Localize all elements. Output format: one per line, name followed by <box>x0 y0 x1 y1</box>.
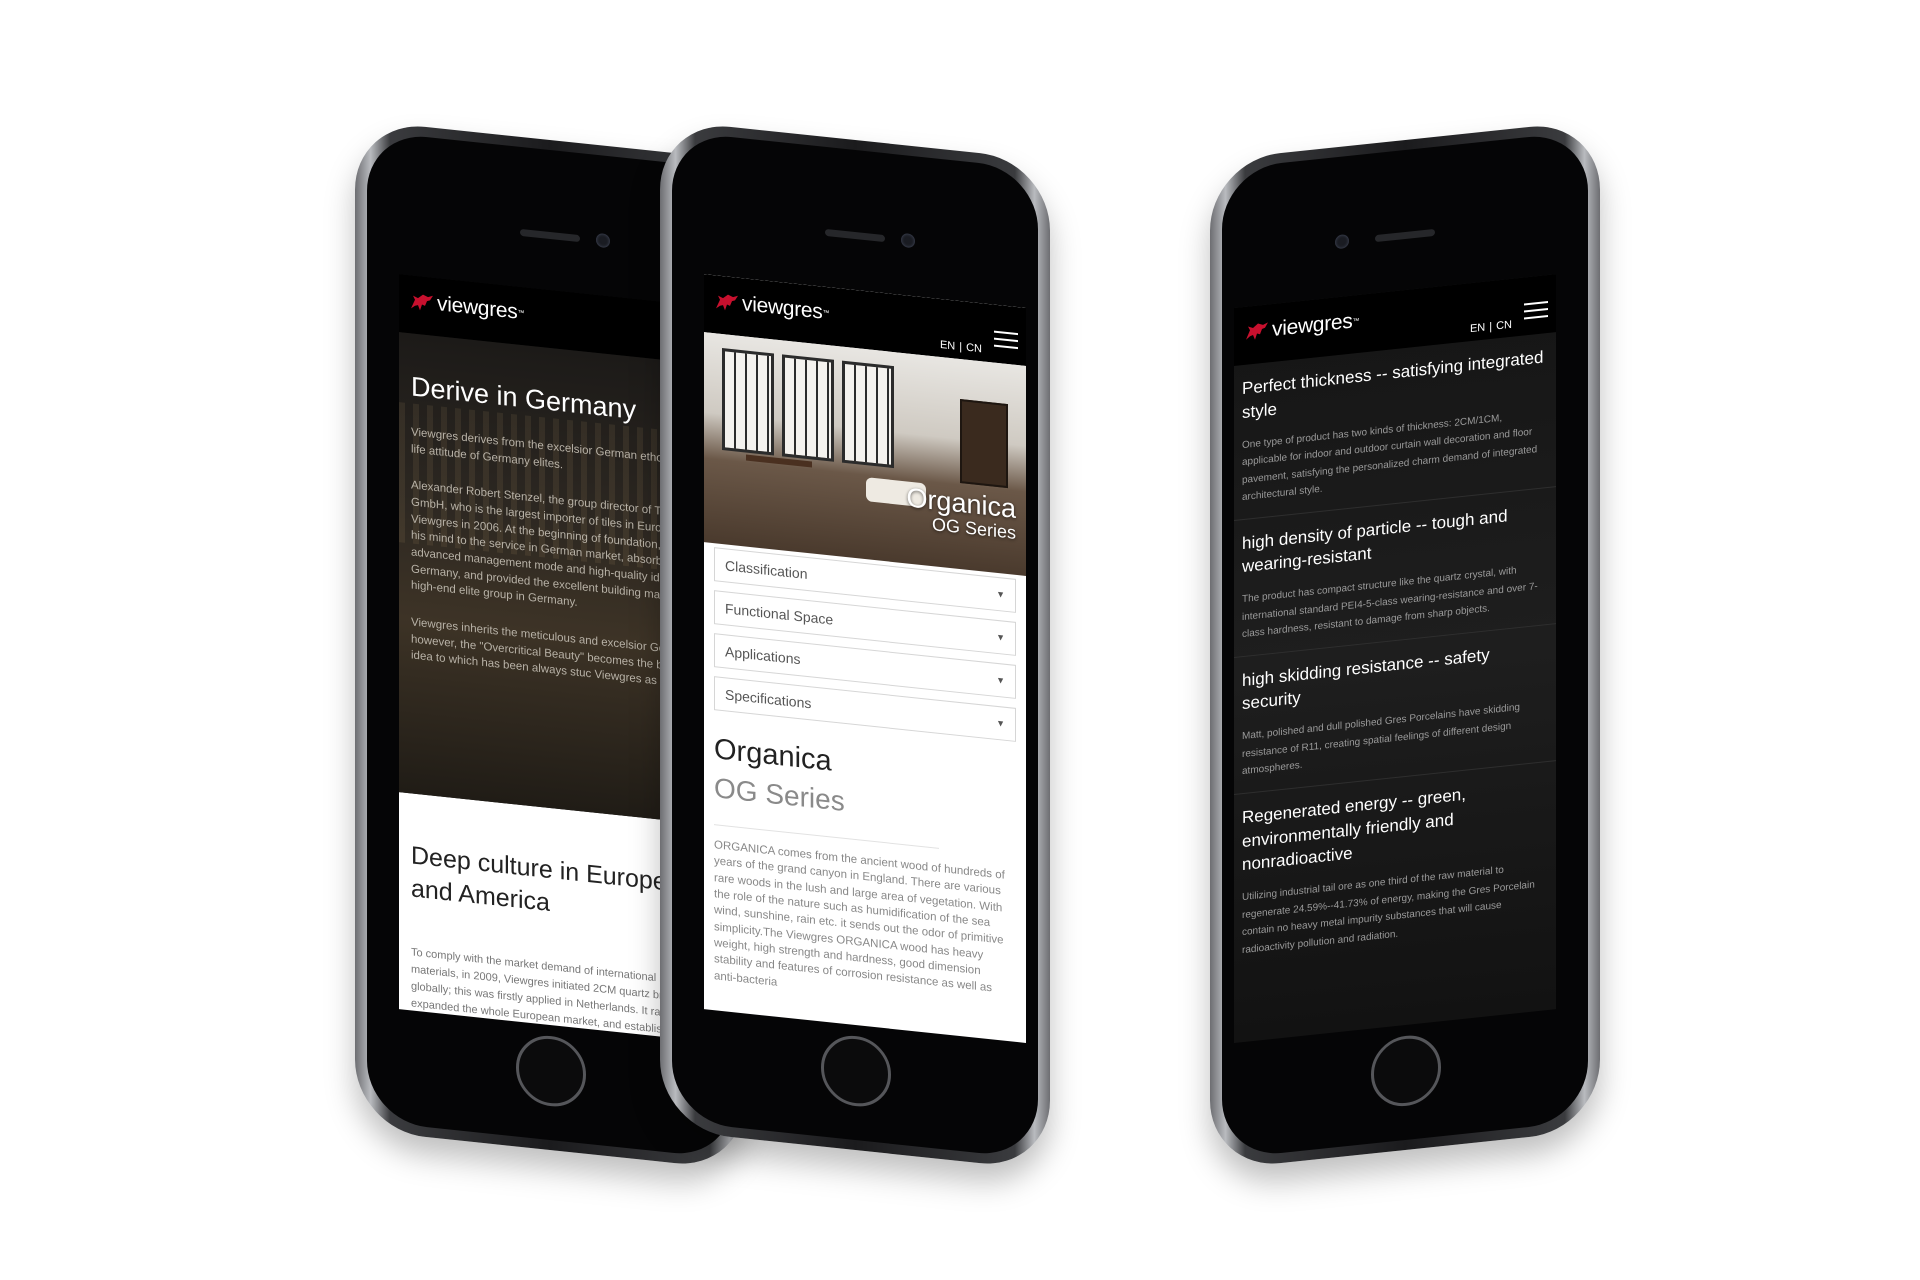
speaker <box>825 228 885 243</box>
lang-cn-link[interactable]: CN <box>966 342 982 356</box>
horse-logo-icon <box>716 294 738 311</box>
window-graphic <box>722 348 774 456</box>
home-button[interactable] <box>516 1032 586 1110</box>
filter-label: Applications <box>725 643 801 668</box>
caret-down-icon: ▼ <box>996 717 1005 729</box>
screen-features: viewgres ™ EN | CN Perfect thickness -- sa… <box>1234 274 1556 1043</box>
logo[interactable]: viewgres ™ <box>409 289 524 325</box>
trademark: ™ <box>1352 317 1360 326</box>
filter-list: Classification ▼ Functional Space ▼ Applic… <box>704 542 1026 743</box>
home-button[interactable] <box>1371 1032 1441 1110</box>
logo[interactable]: viewgres ™ <box>714 289 829 325</box>
logo-text: viewgres <box>437 292 518 324</box>
language-switch: EN |CN <box>1470 319 1512 335</box>
camera <box>596 232 610 249</box>
filter-label: Classification <box>725 557 808 583</box>
trademark: ™ <box>517 309 525 317</box>
speaker <box>1375 228 1435 243</box>
filter-label: Specifications <box>725 686 812 712</box>
lang-en-link[interactable]: EN <box>1470 322 1485 336</box>
phone-right: viewgres ™ EN | CN Perfect thickness -- sa… <box>1210 119 1600 1171</box>
caret-down-icon: ▼ <box>996 674 1005 686</box>
lang-en-link[interactable]: EN <box>940 339 955 353</box>
product-description: ORGANICA comes from the ancient wood of … <box>714 839 1005 995</box>
caret-down-icon: ▼ <box>996 631 1005 643</box>
camera <box>1335 233 1349 250</box>
hero-caption: Organica OG Series <box>906 482 1016 544</box>
shelf-graphic <box>960 399 1008 489</box>
trademark: ™ <box>822 309 830 317</box>
filter-label: Functional Space <box>725 600 834 628</box>
logo[interactable]: viewgres ™ <box>1244 309 1359 345</box>
camera <box>901 232 915 249</box>
lang-cn-link[interactable]: CN <box>1496 319 1512 333</box>
phone-middle: viewgres ™ EN | CN Organica OG Series Clas… <box>660 119 1050 1171</box>
logo-text: viewgres <box>742 292 823 324</box>
language-switch: EN |CN <box>940 339 982 355</box>
caret-down-icon: ▼ <box>996 588 1005 600</box>
lang-separator: | <box>1489 320 1493 334</box>
window-graphic <box>782 354 834 462</box>
product-hero-image: Organica OG Series <box>704 332 1026 576</box>
horse-logo-icon <box>1246 322 1268 340</box>
lang-separator: | <box>959 340 963 354</box>
hamburger-menu-icon[interactable] <box>1524 300 1548 322</box>
speaker <box>520 228 580 243</box>
screen-product: viewgres ™ EN | CN Organica OG Series Clas… <box>704 274 1026 1043</box>
window-graphic <box>842 360 894 469</box>
hamburger-menu-icon[interactable] <box>994 330 1018 352</box>
horse-logo-icon <box>411 294 433 311</box>
home-button[interactable] <box>821 1032 891 1110</box>
feature-item: Regenerated energy -- green, environment… <box>1234 761 1556 972</box>
logo-text: viewgres <box>1272 309 1353 341</box>
